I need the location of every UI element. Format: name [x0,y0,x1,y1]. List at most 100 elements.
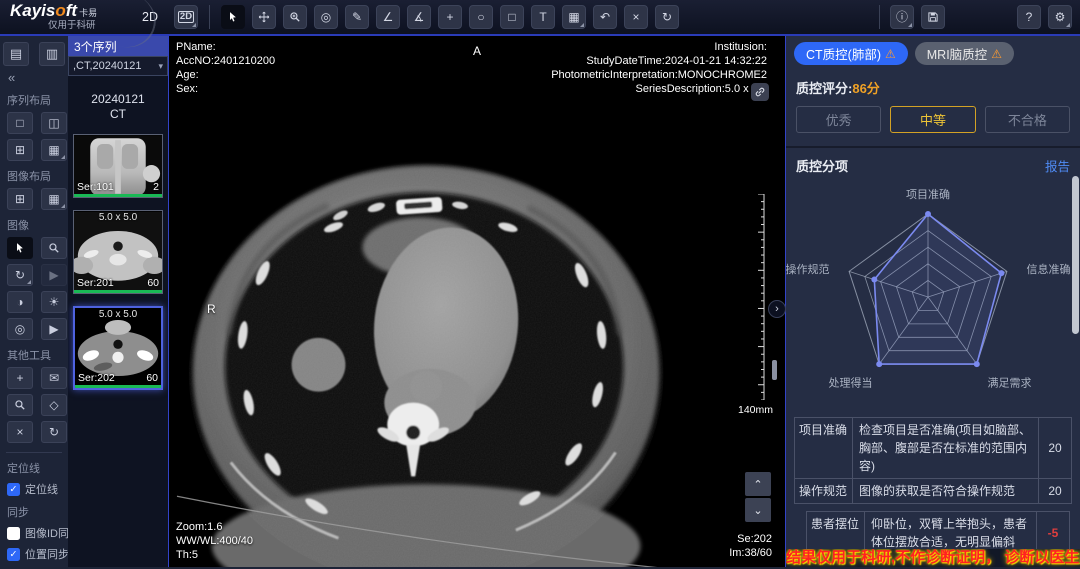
cine-window-icon[interactable]: ▦ [562,5,586,29]
series-layout-1x2-icon[interactable]: ◫ [41,112,67,134]
delete-annotations-icon[interactable]: × [624,5,648,29]
series-panel-toggle-icon[interactable]: ▤ [3,42,29,66]
reset-icon[interactable]: ↻ [655,5,679,29]
help-icon[interactable]: ? [1017,5,1041,29]
image-magnifier-icon[interactable] [41,237,67,259]
checkbox[interactable] [7,527,20,540]
image-contrast-icon[interactable]: ◑ [7,291,33,313]
qc-sub-table: 患者摆位仰卧位，双臂上举抱头，患者体位摆放合适，无明显偏斜-5正位定位胸部正位定… [806,511,1070,549]
file-toolbar: ⓘ [890,5,945,29]
eraser-icon[interactable]: ◇ [41,394,67,416]
study-modality: CT [68,107,168,122]
scroll-down-button[interactable]: ⌄ [745,498,771,522]
panel-scrollbar-thumb[interactable] [1072,176,1079,334]
tool-grid: + ✉ ◇ × ↻ [0,367,68,443]
qc-subsection-header: 质控分项 报告 [786,148,1080,177]
magnify-region-icon[interactable] [7,394,33,416]
image-rotate-icon[interactable]: ↻ [7,264,33,286]
crosshair-tool-icon[interactable]: + [7,367,33,389]
qc-row: 患者摆位仰卧位，双臂上举抱头，患者体位摆放合适，无明显偏斜-5 [807,512,1069,549]
ruler-length-label: 140mm [738,404,773,416]
undo-icon[interactable]: ↶ [593,5,617,29]
tab-mri-brain-qc[interactable]: MRI脑质控 ⚠ [915,42,1014,65]
series-thumbnail-201[interactable]: 5.0 x 5.0 Ser:20160 [73,210,163,294]
toolbar-divider [879,5,880,29]
checkbox-label: 图像ID同步 [25,525,68,541]
report-link[interactable]: 报告 [1045,156,1070,175]
disclaimer-marquee: 结果仅用于科研,不作诊断证明， 诊断以医生出具的诊断 [786,549,1080,567]
save-icon[interactable] [921,5,945,29]
sync-checkbox-row: 图像ID同步 [7,525,68,541]
progress-bar [75,385,161,388]
link-series-button[interactable] [751,83,769,101]
image-cursor-icon[interactable] [7,237,33,259]
checkbox[interactable]: ✓ [7,548,20,561]
report-panel-toggle-icon[interactable]: ▥ [39,42,65,66]
delete-all-icon[interactable]: × [7,421,33,443]
section-label: 其他工具 [7,347,68,363]
view-2d-icon[interactable]: 2D [174,5,198,29]
panel-expander-button[interactable]: › [768,300,786,318]
section-divider [6,452,62,453]
qc-item-desc: 仰卧位，双臂上举抱头，患者体位摆放合适，无明显偏斜 [865,512,1037,549]
reset-view-icon[interactable]: ↻ [41,421,67,443]
checkbox-label: 位置同步 [25,546,68,562]
series-dropdown[interactable]: ,CT,20240121 ▾ [68,56,168,76]
crosshair-icon[interactable]: + [438,5,462,29]
qc-panel: CT质控(肺部) ⚠ MRI脑质控 ⚠ 质控评分:86分 优秀 中等 不合格 质… [786,36,1080,567]
measure-length-icon[interactable]: ✎ [345,5,369,29]
ellipse-roi-icon[interactable]: ○ [469,5,493,29]
image-invert-icon[interactable]: ◎ [7,318,33,340]
qc-score-value: 86分 [852,81,879,96]
positioning-checkbox-row: ✓定位线 [7,481,68,497]
series-number: Ser:202 [78,372,115,384]
settings-icon[interactable]: ⚙ [1048,5,1072,29]
sync-checkbox-row: ✓ 位置同步 [7,546,68,562]
section-label: 图像布局 [7,168,68,184]
cursor-icon[interactable] [221,5,245,29]
series-layout-grid-icon[interactable]: ▦ [41,139,67,161]
image-play-icon[interactable]: ▶ [41,318,67,340]
qc-item-desc: 图像的获取是否符合操作规范 [853,479,1039,503]
series-thumbnail-202[interactable]: 5.0 x 5.0 Ser:20260 [73,306,163,390]
scroll-up-button[interactable]: ⌃ [745,472,771,496]
info-icon[interactable]: ⓘ [890,5,914,29]
tool-grid: ↻ ▶ ◑ ☀ ◎ ▶ [0,237,68,340]
cobb-angle-icon[interactable]: ∡ [407,5,431,29]
grade-medium-button[interactable]: 中等 [890,106,975,133]
series-number: Ser:101 [77,181,114,193]
checkbox[interactable]: ✓ [7,483,20,496]
image-layout-2x2-icon[interactable]: ⊞ [7,188,33,210]
window-level-icon[interactable]: ◎ [314,5,338,29]
positioning-section-label: 定位线 [7,460,68,476]
grade-buttons: 优秀 中等 不合格 [786,102,1080,146]
brand-name: Kayisoft卡易 [10,3,140,21]
viewer-scrollbar-thumb[interactable] [772,360,777,380]
grade-fail-button[interactable]: 不合格 [985,106,1070,133]
zoom-in-icon[interactable] [283,5,307,29]
series-dropdown-value: ,CT,20240121 [73,60,142,72]
image-brightness-icon[interactable]: ☀ [41,291,67,313]
collapse-sidebar-button[interactable]: « [0,66,68,85]
patient-info-overlay: PName: AccNO:2401210200 Age: Sex: [176,40,275,96]
series-number: Ser:201 [77,277,114,289]
image-count: 60 [146,372,158,384]
viewport[interactable]: PName: AccNO:2401210200 Age: Sex: Instit… [168,36,786,567]
series-layout-1x1-icon[interactable]: □ [7,112,33,134]
pan-icon[interactable] [252,5,276,29]
image-layout-grid-icon[interactable]: ▦ [41,188,67,210]
qc-item-score: -5 [1037,512,1069,549]
chevron-down-icon: ▾ [158,61,163,72]
grade-excellent-button[interactable]: 优秀 [796,106,881,133]
image-flip-icon[interactable]: ▶ [41,264,67,286]
measure-angle-icon[interactable]: ∠ [376,5,400,29]
rect-roi-icon[interactable]: □ [500,5,524,29]
text-annotation-icon[interactable]: T [531,5,555,29]
comment-icon[interactable]: ✉ [41,367,67,389]
series-layout-2x2-icon[interactable]: ⊞ [7,139,33,161]
qc-score-table: 项目准确检查项目是否准确(项目如脑部、胸部、腹部是否在标准的范围内容)20操作规… [794,417,1072,549]
series-thumbnail-101[interactable]: Ser:1012 [73,134,163,198]
tab-ct-lung-qc[interactable]: CT质控(肺部) ⚠ [794,42,908,65]
qc-item-name: 患者摆位 [807,512,865,549]
qc-score: 质控评分:86分 [786,65,1080,102]
